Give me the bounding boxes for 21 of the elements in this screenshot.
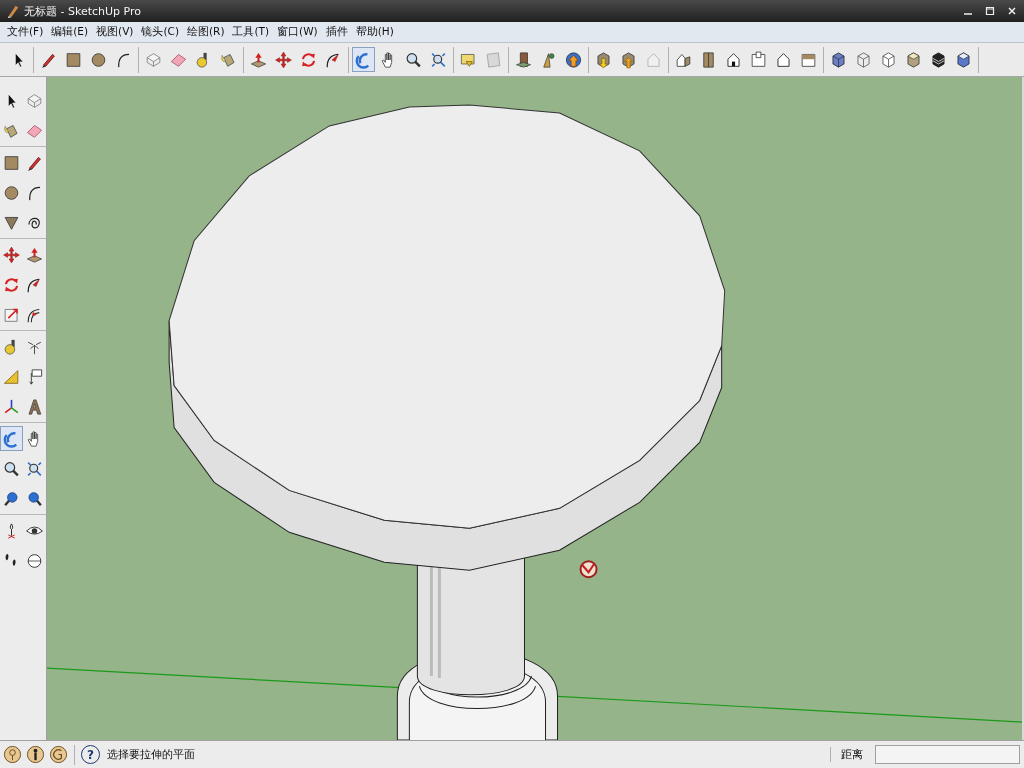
window-title: 无标题 - SketchUp Pro bbox=[24, 3, 141, 19]
menu-item[interactable]: 绘图(R) bbox=[183, 25, 229, 39]
location-circle-icon[interactable] bbox=[3, 745, 22, 764]
orbit-icon[interactable] bbox=[0, 426, 23, 451]
close-icon[interactable] bbox=[1006, 5, 1018, 17]
rotate-cursor-icon bbox=[579, 560, 598, 579]
orbit-icon[interactable] bbox=[352, 47, 375, 72]
menu-item[interactable]: 视图(V) bbox=[92, 25, 138, 39]
menu-item[interactable]: 编辑(E) bbox=[47, 25, 93, 39]
menu-item[interactable]: 窗口(W) bbox=[273, 25, 322, 39]
menu-item[interactable]: 帮助(H) bbox=[351, 25, 398, 39]
person-circle-icon[interactable] bbox=[26, 745, 45, 764]
measurement-field[interactable] bbox=[875, 745, 1020, 764]
maximize-icon[interactable] bbox=[984, 5, 996, 17]
pencil-logo-icon bbox=[6, 4, 20, 18]
menu-item[interactable]: 文件(F) bbox=[3, 25, 48, 39]
menu-item[interactable]: 镜头(C) bbox=[137, 25, 183, 39]
measurement-label: 距离 bbox=[830, 747, 871, 762]
status-message: 选择要拉伸的平面 bbox=[107, 747, 195, 762]
menu-item[interactable]: 工具(T) bbox=[228, 25, 274, 39]
menu-item[interactable]: 插件 bbox=[321, 25, 352, 39]
